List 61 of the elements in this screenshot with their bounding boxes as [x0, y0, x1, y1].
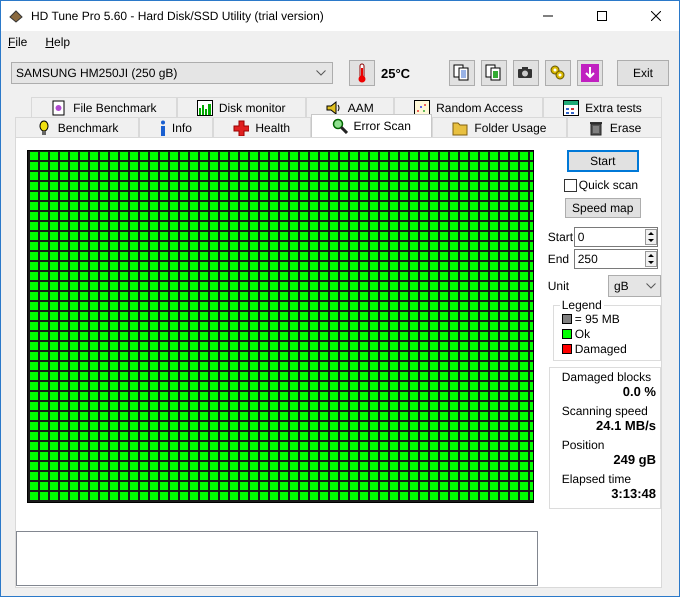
menu-item[interactable]: Help	[44, 35, 72, 49]
quick-scan-checkbox[interactable]	[564, 178, 577, 192]
close-icon	[651, 11, 661, 21]
field-label: End	[548, 252, 570, 266]
drive-dropdown[interactable]: SAMSUNG HM250JI (250 gB)	[11, 62, 333, 84]
toolbar-button[interactable]	[481, 60, 507, 86]
tab[interactable]: Health	[212, 117, 311, 137]
tab[interactable]: Folder Usage	[432, 117, 568, 137]
search-icon	[332, 118, 348, 134]
thermometer-button[interactable]	[349, 60, 375, 86]
plus-icon	[233, 120, 250, 136]
thermometer-icon	[357, 63, 367, 83]
speaker-icon	[326, 100, 342, 116]
spin-arrows-icon	[644, 251, 657, 267]
bar-chart-icon	[196, 100, 213, 116]
copy-icon	[485, 64, 503, 82]
checkbox-label: Quick scan	[578, 178, 638, 192]
stat-label: Scanning speed	[562, 404, 649, 418]
legend-title: Legend	[560, 298, 604, 312]
download-icon	[581, 64, 599, 82]
tab[interactable]: Benchmark	[15, 117, 140, 137]
tab[interactable]: File Benchmark	[31, 97, 177, 117]
maximize-icon	[597, 11, 607, 21]
chevron-down-icon	[316, 70, 326, 76]
stat-label: Damaged blocks	[562, 370, 652, 384]
toolbar-button[interactable]	[513, 60, 539, 86]
stat-value: 0.0 %	[622, 384, 656, 400]
toolbar-button[interactable]	[449, 60, 475, 86]
tab[interactable]: Random Access	[394, 97, 543, 117]
copy-icon	[453, 64, 471, 82]
exit-button[interactable]: Exit	[617, 60, 669, 86]
legend-label: Damaged	[574, 342, 627, 356]
tab[interactable]: Erase	[567, 117, 662, 137]
field-label: Unit	[548, 279, 570, 293]
start-button[interactable]: Start	[566, 150, 639, 172]
menu-item[interactable]: File	[7, 35, 28, 49]
scatter-plot-icon	[414, 100, 430, 116]
tab[interactable]: Error Scan	[310, 114, 432, 137]
tab[interactable]: Info	[139, 117, 213, 137]
info-icon	[160, 120, 166, 136]
speed-map-button[interactable]: Speed map	[564, 198, 641, 218]
stat-value: 3:13:48	[610, 486, 656, 502]
document-icon	[51, 100, 68, 116]
stat-label: Elapsed time	[562, 472, 632, 486]
window-title: HD Tune Pro 5.60 - Hard Disk/SSD Utility (trial version)	[31, 9, 325, 23]
tab[interactable]: Disk monitor	[176, 97, 306, 117]
gears-icon	[549, 64, 567, 82]
trash-icon	[588, 120, 604, 136]
stat-value: 249 gB	[612, 452, 656, 468]
stat-label: Position	[562, 438, 606, 452]
calendar-icon	[563, 100, 580, 116]
legend-label: = 95 MB	[574, 312, 620, 326]
temperature-reading: 25°C	[381, 66, 410, 80]
legend-label: Ok	[574, 327, 590, 341]
stat-value: 24.1 MB/s	[595, 418, 656, 434]
chevron-down-icon	[646, 283, 656, 289]
tab[interactable]: Extra tests	[542, 97, 662, 117]
unit-dropdown[interactable]: gB	[608, 275, 661, 297]
number-field[interactable]: 0	[574, 227, 658, 247]
spin-arrows-icon	[644, 229, 657, 245]
number-field[interactable]: 250	[574, 249, 658, 269]
